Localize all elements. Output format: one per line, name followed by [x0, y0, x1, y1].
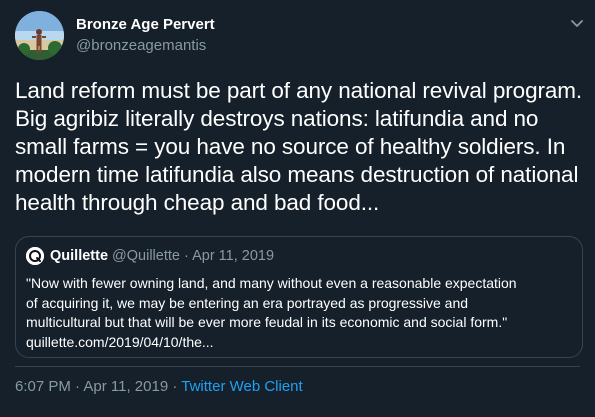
chevron-down-icon[interactable] — [568, 14, 586, 32]
meta-separator: · — [75, 378, 81, 395]
tweet-meta: 6:07 PM · Apr 11, 2019 · Twitter Web Cli… — [15, 378, 303, 395]
quoted-tweet-text: "Now with fewer owning land, and many wi… — [26, 275, 517, 350]
quoted-tweet-card[interactable]: Quillette @Quillette · Apr 11, 2019 "Now… — [15, 236, 583, 358]
divider — [15, 366, 580, 367]
author-display-name[interactable]: Bronze Age Pervert — [76, 16, 215, 33]
quoted-author-handle: @Quillette — [112, 248, 180, 264]
author-avatar[interactable] — [15, 11, 64, 60]
tweet-text: Land reform must be part of any national… — [15, 78, 583, 215]
client-link[interactable]: Twitter Web Client — [181, 378, 302, 395]
quoted-separator: · — [184, 248, 189, 264]
tweet-time[interactable]: 6:07 PM — [15, 378, 71, 395]
quoted-author-name: Quillette — [50, 248, 109, 264]
author-handle[interactable]: @bronzeagemantis — [76, 37, 206, 54]
avatar-photo-icon — [15, 11, 64, 60]
quillette-logo-icon — [26, 247, 44, 265]
tweet-date[interactable]: Apr 11, 2019 — [83, 378, 168, 395]
meta-separator: · — [172, 378, 178, 395]
quoted-date: Apr 11, 2019 — [192, 248, 275, 264]
quoted-tweet-header: Quillette @Quillette · Apr 11, 2019 — [50, 248, 274, 264]
